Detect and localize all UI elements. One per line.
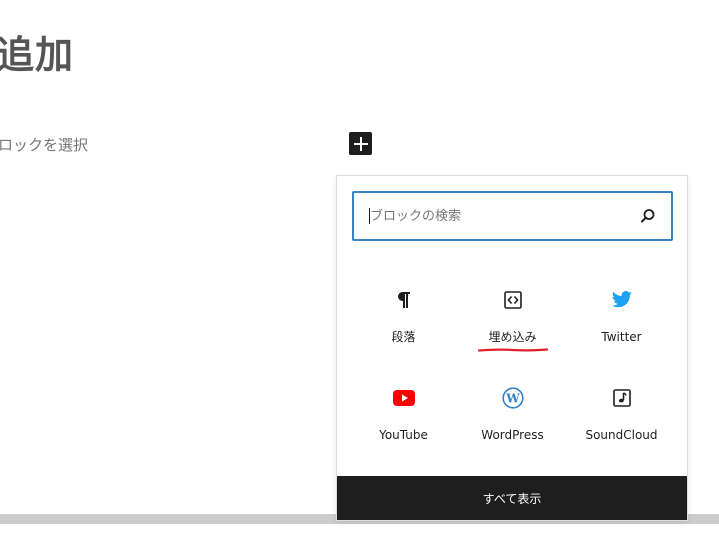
page-title: 追加 bbox=[0, 32, 75, 77]
block-search-input[interactable] bbox=[366, 193, 630, 239]
text-caret bbox=[369, 208, 370, 224]
block-label: 段落 bbox=[391, 330, 416, 344]
block-placeholder[interactable]: ロックを選択 bbox=[0, 134, 88, 156]
block-item-wordpress[interactable]: W WordPress bbox=[458, 370, 567, 456]
block-label: 埋め込み bbox=[488, 330, 537, 344]
paragraph-icon bbox=[392, 288, 416, 312]
block-item-youtube[interactable]: YouTube bbox=[349, 370, 458, 456]
embed-icon bbox=[501, 288, 525, 312]
add-block-button[interactable] bbox=[349, 132, 372, 155]
search-icon[interactable] bbox=[639, 207, 657, 225]
soundcloud-icon bbox=[610, 386, 634, 410]
block-item-soundcloud[interactable]: SoundCloud bbox=[567, 370, 676, 456]
block-label: SoundCloud bbox=[585, 428, 658, 442]
youtube-icon bbox=[392, 386, 416, 410]
block-label: YouTube bbox=[379, 428, 428, 442]
block-search-box bbox=[352, 191, 673, 241]
twitter-icon bbox=[610, 288, 634, 312]
wordpress-icon: W bbox=[501, 386, 525, 410]
block-label: WordPress bbox=[481, 428, 544, 442]
annotation-underline bbox=[478, 348, 548, 352]
browse-all-button[interactable]: すべて表示 bbox=[337, 476, 687, 520]
block-item-paragraph[interactable]: 段落 bbox=[349, 272, 458, 358]
block-item-twitter[interactable]: Twitter bbox=[567, 272, 676, 358]
block-label: Twitter bbox=[601, 330, 642, 344]
plus-icon bbox=[353, 136, 368, 151]
svg-text:W: W bbox=[505, 392, 520, 406]
block-item-embed[interactable]: 埋め込み bbox=[458, 272, 567, 358]
